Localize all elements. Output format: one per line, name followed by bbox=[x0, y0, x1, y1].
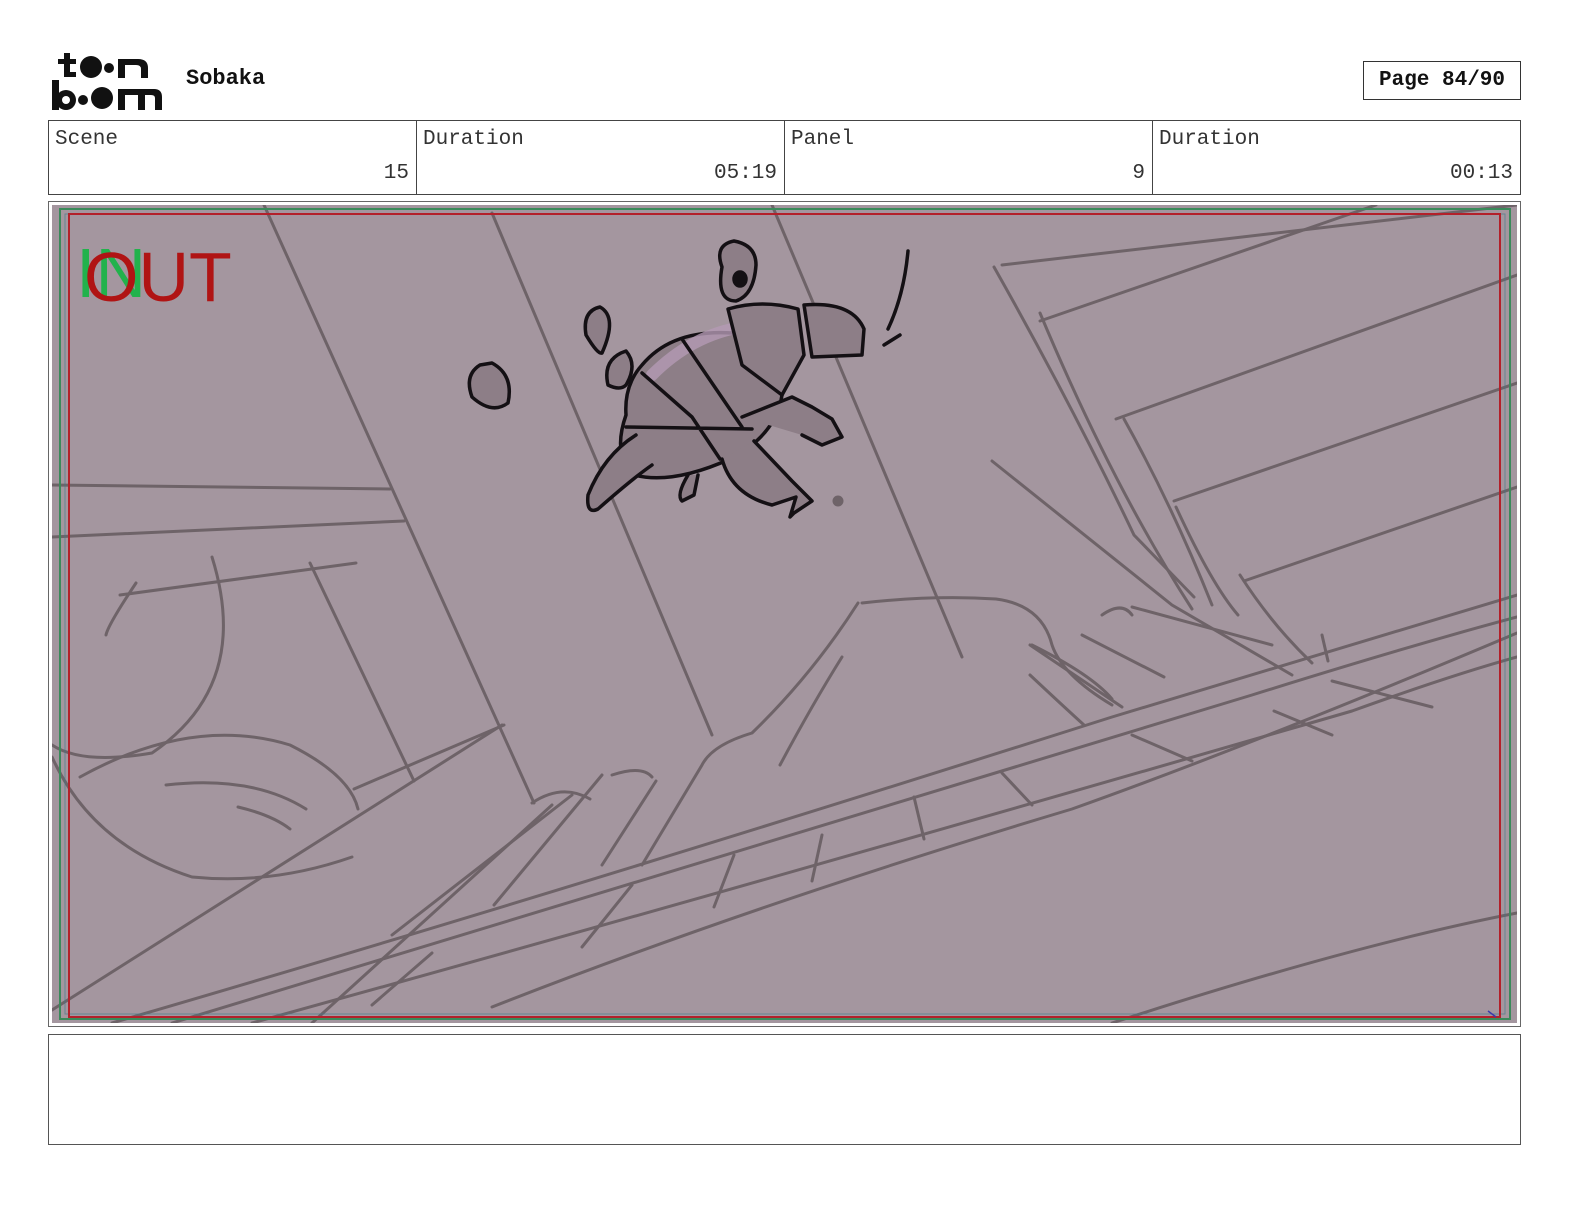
panel-duration-value: 00:13 bbox=[1449, 162, 1513, 185]
panel-duration-label: Duration bbox=[1159, 128, 1260, 151]
scene-info-row: Scene 15 Duration 05:19 Panel 9 Duration… bbox=[48, 120, 1521, 195]
panel-notes-box bbox=[48, 1034, 1521, 1145]
out-marker: OUT bbox=[84, 238, 232, 316]
project-title: Sobaka bbox=[186, 66, 266, 91]
panel-duration-cell: Duration 00:13 bbox=[1153, 121, 1520, 194]
scene-duration-cell: Duration 05:19 bbox=[417, 121, 785, 194]
toon-boom-logo bbox=[50, 50, 165, 112]
panel-sketch: IN OUT bbox=[52, 205, 1517, 1023]
scene-duration-value: 05:19 bbox=[713, 162, 777, 185]
panel-value: 9 bbox=[1132, 162, 1145, 185]
scene-duration-label: Duration bbox=[423, 128, 524, 151]
scene-cell: Scene 15 bbox=[49, 121, 417, 194]
scene-value: 15 bbox=[383, 162, 409, 185]
panel-cell: Panel 9 bbox=[785, 121, 1153, 194]
panel-label: Panel bbox=[791, 128, 855, 151]
storyboard-panel: IN OUT bbox=[48, 201, 1521, 1027]
page-indicator: Page 84/90 bbox=[1363, 61, 1521, 100]
scene-label: Scene bbox=[55, 128, 119, 151]
